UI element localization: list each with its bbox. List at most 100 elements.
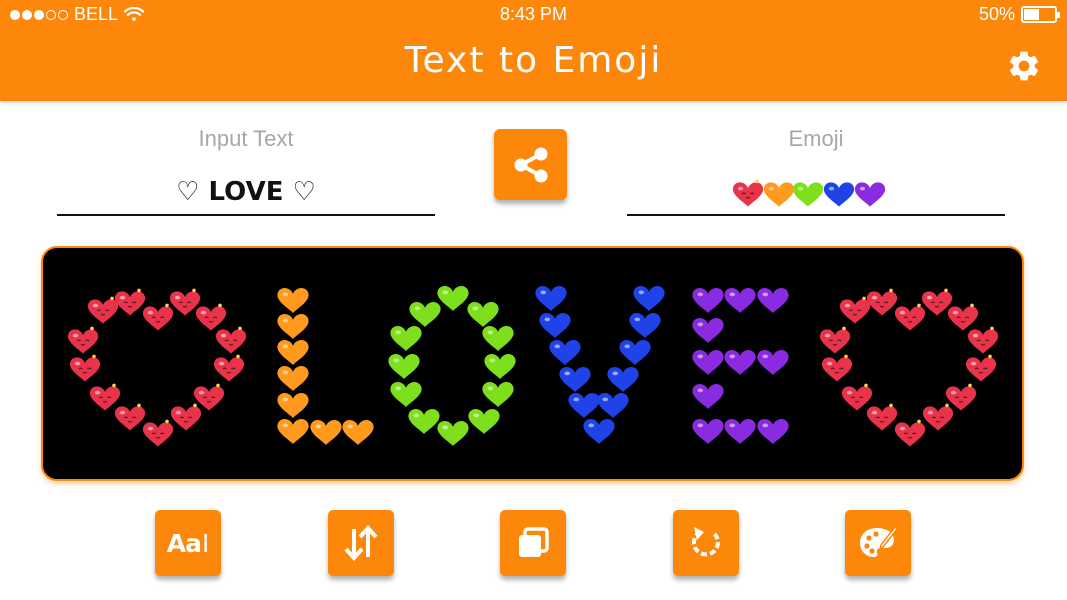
heart-face-emoji <box>922 403 954 431</box>
heart-face-emoji <box>67 326 99 354</box>
heart-face-emoji <box>114 403 146 431</box>
heart-emoji <box>692 287 724 314</box>
palette-icon <box>860 525 898 557</box>
heart-face-emoji <box>967 326 999 354</box>
heart-emoji <box>437 285 469 312</box>
heart-emoji <box>467 301 499 328</box>
heart-emoji <box>277 287 309 314</box>
gear-icon[interactable] <box>1006 48 1042 84</box>
rotate-button[interactable] <box>673 510 739 576</box>
heart-face-emoji <box>821 354 853 382</box>
heart-face-emoji <box>89 383 121 411</box>
heart-face-emoji <box>866 288 898 316</box>
status-bar: BELL 8:43 PM 50% <box>0 4 1067 26</box>
heart-emoji <box>277 365 309 392</box>
heart-emoji <box>277 418 309 445</box>
heart-face-emoji <box>921 288 953 316</box>
status-time: 8:43 PM <box>499 4 568 24</box>
heart-emoji <box>629 312 661 339</box>
heart-emoji <box>692 349 724 376</box>
heart-face-emoji <box>170 403 202 431</box>
heart-face-emoji <box>195 303 227 331</box>
heart-face-emoji <box>87 296 119 324</box>
swap-vertical-icon <box>344 524 378 562</box>
emoji-underline <box>627 214 1005 216</box>
heart-face-emoji <box>142 419 174 447</box>
font-button[interactable]: Aa I <box>155 510 221 576</box>
heart-face-emoji <box>114 288 146 316</box>
rotate-icon <box>691 527 720 557</box>
direction-button[interactable] <box>328 510 394 576</box>
heart-emoji <box>390 381 422 408</box>
input-text-field[interactable]: ♡ LOVE ♡ <box>57 172 435 212</box>
heart-emoji <box>792 182 824 207</box>
heart-emoji <box>692 383 724 410</box>
heart-emoji <box>277 313 309 340</box>
heart-emoji <box>277 392 309 419</box>
heart-face-emoji <box>732 179 764 207</box>
heart-emoji <box>559 366 591 393</box>
battery-icon <box>1021 6 1060 23</box>
heart-face-emoji <box>215 326 247 354</box>
heart-emoji <box>482 325 514 352</box>
heart-emoji <box>484 353 516 380</box>
heart-emoji <box>757 418 789 445</box>
heart-emoji <box>539 312 571 339</box>
color-button[interactable] <box>845 510 911 576</box>
heart-face-emoji <box>142 303 174 331</box>
emoji-art <box>67 285 999 447</box>
heart-emoji <box>388 353 420 380</box>
app-header: BELL 8:43 PM 50% Text to Emoji <box>0 0 1067 101</box>
heart-emoji <box>437 420 469 447</box>
heart-face-emoji <box>193 383 225 411</box>
heart-emoji <box>408 408 440 435</box>
heart-face-emoji <box>841 383 873 411</box>
emoji-output-field[interactable] <box>627 172 1005 212</box>
heart-emoji <box>724 418 756 445</box>
heart-emoji <box>409 301 441 328</box>
heart-face-emoji <box>947 303 979 331</box>
emoji-output-icons <box>732 179 886 207</box>
emoji-label: Emoji <box>788 126 844 151</box>
heart-emoji <box>757 287 789 314</box>
heart-emoji <box>692 418 724 445</box>
heart-emoji <box>482 381 514 408</box>
share-icon <box>514 147 547 182</box>
emoji-preview <box>41 246 1024 481</box>
heart-emoji <box>535 285 567 312</box>
share-button[interactable] <box>494 129 567 200</box>
heart-face-emoji <box>965 354 997 382</box>
heart-emoji <box>342 419 374 446</box>
heart-emoji <box>468 408 500 435</box>
input-label: Input Text <box>198 126 294 151</box>
heart-emoji <box>854 182 886 207</box>
font-icon: Aa <box>166 528 202 558</box>
heart-emoji <box>277 339 309 366</box>
heart-emoji <box>633 285 665 312</box>
heart-emoji <box>310 419 342 446</box>
heart-face-emoji <box>213 354 245 382</box>
page-title: Text to Emoji <box>404 40 663 81</box>
heart-emoji <box>549 339 581 366</box>
heart-face-emoji <box>169 288 201 316</box>
heart-emoji <box>724 287 756 314</box>
heart-face-emoji <box>894 303 926 331</box>
heart-face-emoji <box>839 296 871 324</box>
heart-emoji <box>390 325 422 352</box>
heart-emoji <box>692 317 724 344</box>
heart-emoji <box>823 182 855 207</box>
heart-emoji <box>763 182 795 207</box>
heart-face-emoji <box>894 419 926 447</box>
heart-emoji <box>757 349 789 376</box>
heart-emoji <box>568 392 600 419</box>
heart-emoji <box>607 366 639 393</box>
heart-face-emoji <box>866 403 898 431</box>
heart-face-emoji <box>945 383 977 411</box>
heart-emoji <box>619 339 651 366</box>
heart-emoji <box>583 418 615 445</box>
input-underline <box>57 214 435 216</box>
heart-emoji <box>724 349 756 376</box>
heart-emoji <box>597 392 629 419</box>
copy-button[interactable] <box>500 510 566 576</box>
copy-icon <box>519 527 549 557</box>
